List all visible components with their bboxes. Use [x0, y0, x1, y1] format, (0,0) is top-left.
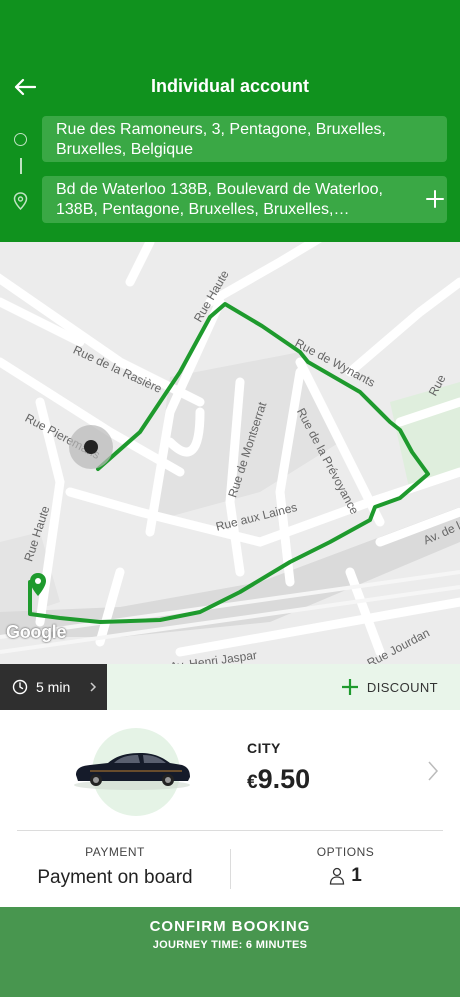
destination-address-text: Bd de Waterloo 138B, Boulevard de Waterl…	[56, 181, 383, 218]
destination-address-field[interactable]: Bd de Waterloo 138B, Boulevard de Waterl…	[42, 176, 447, 223]
divider	[17, 830, 443, 831]
passenger-count: 1	[351, 865, 362, 886]
route-connector	[20, 158, 22, 174]
discount-label: DISCOUNT	[366, 679, 438, 695]
plus-icon	[341, 679, 358, 695]
map-destination-pin-icon	[30, 573, 46, 596]
trip-duration-chip[interactable]: 5 min	[0, 664, 107, 710]
add-stop-plus-icon[interactable]	[424, 188, 446, 215]
google-logo: Google	[6, 622, 67, 642]
header-bar: Individual account Rue des Ramoneurs, 3,…	[0, 0, 460, 242]
duration-text: 5 min	[36, 679, 71, 695]
payment-label: PAYMENT	[85, 845, 145, 859]
discount-button[interactable]: DISCOUNT	[107, 664, 460, 710]
price: €9.50	[247, 764, 310, 795]
payment-value: Payment on board	[37, 867, 193, 888]
journey-time: JOURNEY TIME: 6 MINUTES	[152, 939, 308, 951]
origin-dot-icon	[14, 133, 27, 146]
confirm-booking-button[interactable]: CONFIRM BOOKING JOURNEY TIME: 6 MINUTES	[0, 907, 460, 997]
options-selector[interactable]: OPTIONS 1	[231, 845, 460, 887]
current-location-icon	[69, 425, 113, 469]
options-value: 1	[231, 865, 460, 887]
vehicle-type: CITY	[247, 740, 281, 756]
pickup-address-field[interactable]: Rue des Ramoneurs, 3, Pentagone, Bruxell…	[42, 116, 447, 162]
clock-icon	[12, 679, 28, 695]
car-icon	[74, 753, 190, 790]
price-currency: €	[247, 772, 258, 793]
destination-pin-icon	[13, 192, 28, 215]
pickup-address-text: Rue des Ramoneurs, 3, Pentagone, Bruxell…	[56, 121, 386, 158]
chevron-right-icon[interactable]	[426, 760, 440, 782]
chevron-right-icon	[90, 682, 97, 692]
payment-selector[interactable]: PAYMENT Payment on board	[0, 845, 230, 889]
confirm-title: CONFIRM BOOKING	[149, 918, 311, 935]
price-amount: 9.50	[257, 764, 311, 794]
vehicle-option-card[interactable]: CITY €9.50	[0, 710, 460, 830]
route-map[interactable]: Rue Haute Rue de la Rasière Rue Piereman…	[0, 242, 460, 664]
person-icon	[330, 867, 345, 885]
options-label: OPTIONS	[316, 845, 375, 859]
page-title: Individual account	[150, 76, 310, 96]
